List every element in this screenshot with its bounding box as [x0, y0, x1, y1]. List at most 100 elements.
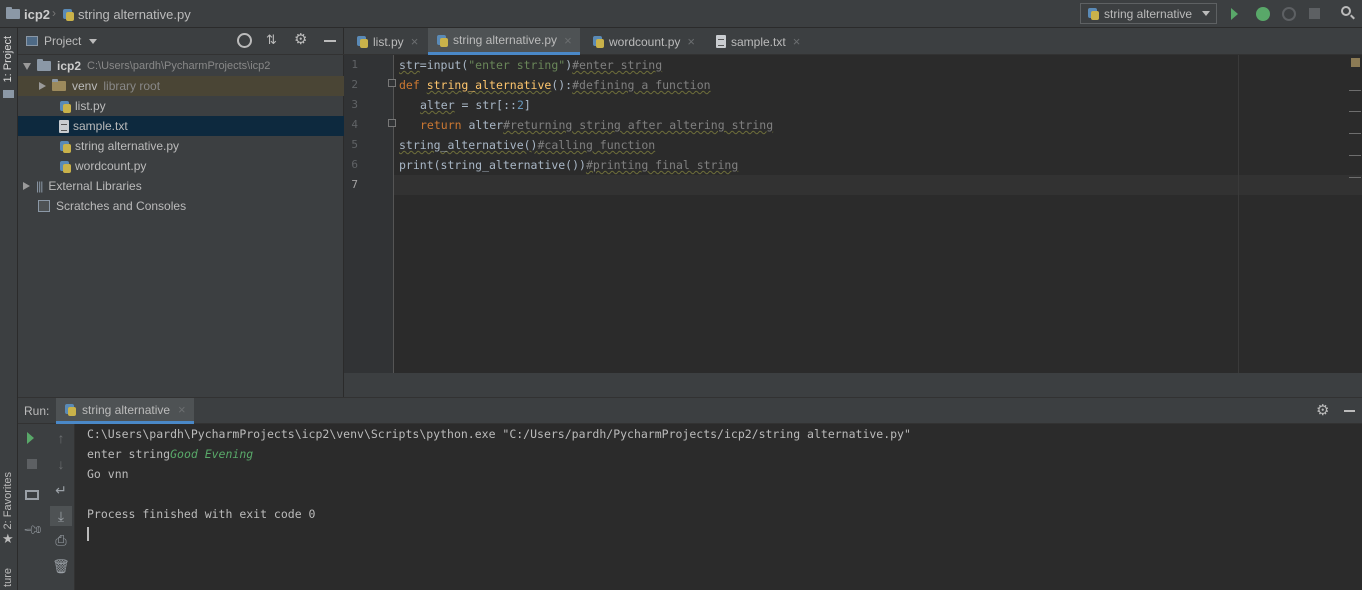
- breadcrumb-separator: ›: [52, 6, 56, 20]
- right-margin-guide: [1238, 55, 1239, 373]
- tool-window-strip-left: 1: Project 2: Favorites ★ ture: [0, 28, 18, 590]
- text-file-icon: [59, 119, 69, 133]
- folder-icon: [52, 79, 66, 91]
- tab-sample-txt[interactable]: sample.txt ×: [708, 28, 808, 55]
- run-icon: [27, 432, 34, 444]
- run-configuration-select[interactable]: string alternative: [1080, 3, 1217, 24]
- chevron-down-icon[interactable]: [89, 38, 98, 44]
- python-file-icon: [592, 35, 604, 48]
- line-number: 7: [351, 178, 358, 191]
- search-button[interactable]: [1340, 5, 1356, 21]
- libraries-icon: |||: [36, 179, 43, 193]
- python-file-icon: [62, 8, 74, 21]
- fold-icon[interactable]: [388, 79, 396, 87]
- code-line-6: print(string_alternative())#printing fin…: [399, 158, 739, 172]
- code-line-4: return alter#returning string after alte…: [420, 118, 774, 132]
- scroll-to-end-icon[interactable]: ⤓: [50, 506, 72, 526]
- close-icon[interactable]: ×: [178, 402, 186, 417]
- gear-icon[interactable]: ⚙: [1316, 401, 1329, 419]
- hide-icon[interactable]: [1344, 410, 1355, 412]
- project-view-icon: [26, 36, 38, 46]
- tree-item-sample-txt[interactable]: sample.txt: [18, 116, 344, 136]
- collapse-icon[interactable]: ⇅: [266, 32, 277, 48]
- tree-item-venv[interactable]: venv library root: [18, 76, 344, 96]
- run-toolbar: 📌︎ ↑ ↓ ↵ ⤓ ⎙ 🗑︎: [18, 424, 75, 590]
- text-file-icon: [716, 35, 726, 48]
- fold-icon[interactable]: [388, 119, 396, 127]
- navigation-bar: icp2 › string alternative.py string alte…: [0, 0, 1362, 28]
- tree-item-string-alternative-py[interactable]: string alternative.py: [18, 136, 344, 156]
- folder-icon: [37, 59, 51, 71]
- close-icon[interactable]: ×: [687, 34, 695, 49]
- python-icon: [1087, 7, 1099, 20]
- close-icon[interactable]: ×: [793, 34, 801, 49]
- hide-icon[interactable]: [324, 40, 336, 42]
- tree-item-wordcount-py[interactable]: wordcount.py: [18, 156, 344, 176]
- folder-icon: [3, 90, 14, 98]
- favorites-tool-tab[interactable]: 2: Favorites: [2, 472, 14, 529]
- console-exit-line: Process finished with exit code 0: [87, 507, 316, 521]
- run-button[interactable]: [1231, 8, 1238, 23]
- python-file-icon: [59, 160, 71, 173]
- pin-icon[interactable]: 📌︎: [22, 519, 44, 542]
- run-panel-header: Run: string alternative × ⚙: [18, 397, 1362, 424]
- rerun-button[interactable]: [27, 432, 34, 447]
- python-file-icon: [59, 140, 71, 153]
- inspection-status-icon[interactable]: [1351, 58, 1360, 67]
- stop-button[interactable]: [1309, 8, 1320, 19]
- line-number: 3: [351, 98, 358, 111]
- console-command-line: C:\Users\pardh\PycharmProjects\icp2\venv…: [87, 427, 911, 441]
- console-output[interactable]: C:\Users\pardh\PycharmProjects\icp2\venv…: [75, 424, 1362, 590]
- project-tool-tab[interactable]: 1: Project: [2, 36, 14, 82]
- console-prompt-line: enter stringGood Evening: [87, 447, 254, 461]
- stop-button[interactable]: [27, 459, 37, 469]
- folder-icon: [6, 7, 20, 19]
- scratches-icon: [38, 200, 50, 212]
- editor-bottom-area: [344, 373, 1362, 397]
- locate-icon[interactable]: [237, 33, 252, 48]
- text-cursor: [87, 527, 89, 541]
- tab-string-alternative-py[interactable]: string alternative.py ×: [428, 28, 580, 55]
- tree-item-external-libraries[interactable]: ||| External Libraries: [18, 176, 344, 196]
- debug-button[interactable]: [1256, 7, 1270, 21]
- gear-icon[interactable]: ⚙: [294, 30, 307, 48]
- line-number: 2: [351, 78, 358, 91]
- code-editor[interactable]: 1 2 3 4 5 6 7 str=input("enter string")#…: [344, 55, 1362, 373]
- python-file-icon: [59, 100, 71, 113]
- tree-item-list-py[interactable]: list.py: [18, 96, 344, 116]
- close-icon[interactable]: ×: [564, 33, 572, 48]
- run-tab-string-alternative[interactable]: string alternative ×: [56, 398, 194, 424]
- coverage-button[interactable]: [1282, 7, 1296, 21]
- line-number: 5: [351, 138, 358, 151]
- tree-item-icp2[interactable]: icp2 C:\Users\pardh\PycharmProjects\icp2: [18, 56, 344, 76]
- tree-item-scratches[interactable]: Scratches and Consoles: [18, 196, 344, 216]
- run-panel-label: Run:: [24, 404, 50, 418]
- soft-wrap-icon[interactable]: ↵: [51, 482, 71, 499]
- project-panel: Project ⇅ ⚙ icp2 C:\Users\pardh\PycharmP…: [18, 28, 344, 397]
- tab-list-py[interactable]: list.py ×: [348, 28, 426, 55]
- current-line-highlight: [394, 175, 1362, 195]
- line-number: 1: [351, 58, 358, 71]
- line-number: 4: [351, 118, 358, 131]
- arrow-up-icon[interactable]: ↑: [51, 430, 71, 446]
- trash-icon[interactable]: 🗑︎: [51, 558, 71, 575]
- structure-tool-tab[interactable]: ture: [2, 568, 14, 587]
- python-file-icon: [356, 35, 368, 48]
- editor-gutter: 1 2 3 4 5 6 7: [344, 55, 396, 373]
- close-icon[interactable]: ×: [411, 34, 419, 49]
- layout-icon[interactable]: [25, 490, 39, 500]
- expand-arrow-icon: [23, 62, 31, 70]
- line-number: 6: [351, 158, 358, 171]
- project-view-select[interactable]: Project: [44, 34, 81, 48]
- code-line-3: alter = str[::2]: [420, 98, 531, 112]
- code-line-1: str=input("enter string")#enter string: [399, 58, 663, 72]
- print-icon[interactable]: ⎙: [51, 532, 71, 549]
- tab-wordcount-py[interactable]: wordcount.py ×: [584, 28, 703, 55]
- breadcrumb-file[interactable]: string alternative.py: [62, 5, 191, 23]
- code-line-5: string_alternative()#calling function: [399, 138, 656, 152]
- console-output-line: Go vnn: [87, 467, 129, 481]
- breadcrumb-project[interactable]: icp2: [6, 5, 50, 23]
- arrow-down-icon[interactable]: ↓: [51, 456, 71, 472]
- star-icon: ★: [2, 531, 14, 546]
- chevron-down-icon: [1202, 11, 1210, 16]
